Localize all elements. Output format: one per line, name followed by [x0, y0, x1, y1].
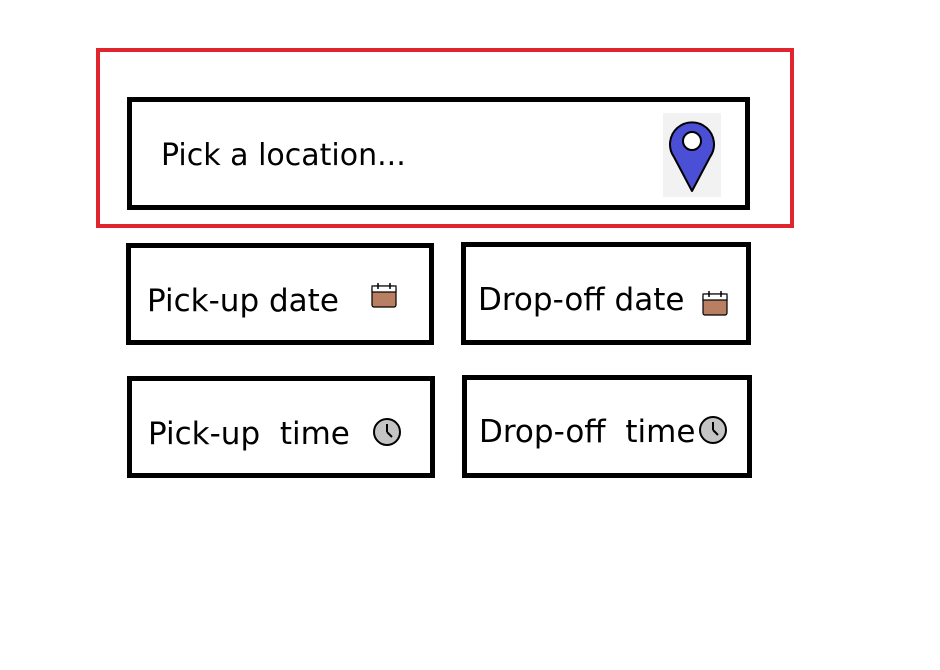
- location-input[interactable]: Pick a location...: [127, 97, 750, 210]
- map-pin-icon[interactable]: [663, 113, 721, 201]
- pickup-time-field[interactable]: Pick-up time: [127, 376, 435, 478]
- pickup-time-label: Pick-up time: [148, 416, 350, 452]
- location-placeholder: Pick a location...: [161, 138, 406, 173]
- calendar-icon[interactable]: [701, 289, 729, 321]
- dropoff-time-field[interactable]: Drop-off time: [462, 375, 752, 478]
- pickup-date-label: Pick-up date: [147, 283, 339, 319]
- dropoff-date-field[interactable]: Drop-off date: [461, 242, 751, 345]
- clock-icon[interactable]: [372, 417, 402, 451]
- calendar-icon[interactable]: [370, 281, 398, 313]
- pickup-date-field[interactable]: Pick-up date: [126, 243, 434, 345]
- dropoff-time-label: Drop-off time: [479, 414, 696, 450]
- dropoff-date-label: Drop-off date: [478, 282, 685, 318]
- clock-icon[interactable]: [698, 415, 728, 449]
